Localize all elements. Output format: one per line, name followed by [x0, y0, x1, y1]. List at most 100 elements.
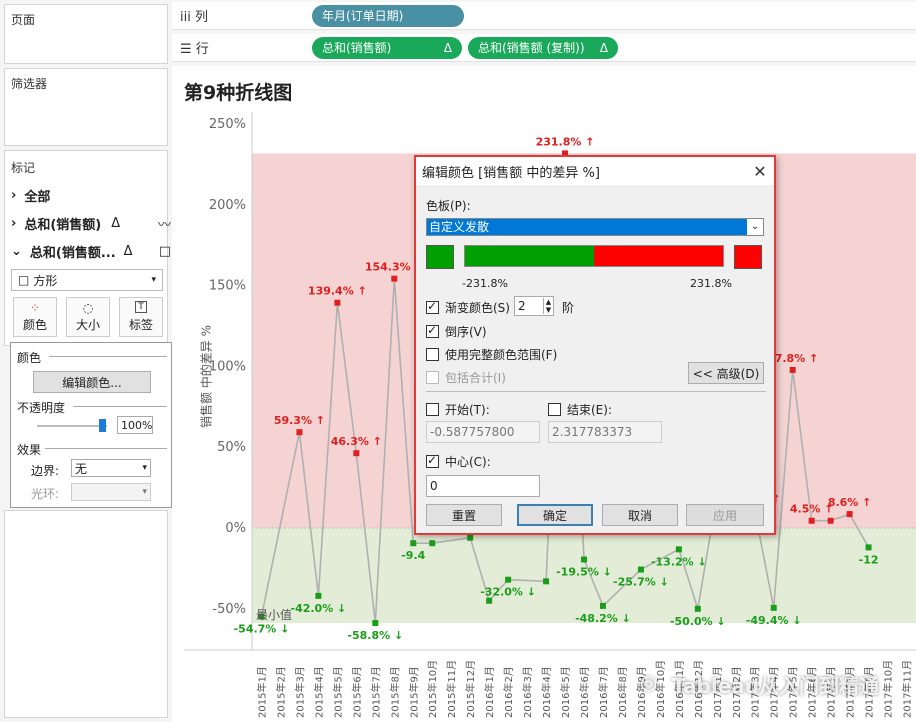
pages-title: 页面 [11, 13, 36, 27]
label-button-label: 标签 [128, 318, 153, 332]
advanced-button[interactable]: << 高级(D) [688, 362, 764, 384]
delta-icon: Δ [111, 215, 121, 231]
label-button[interactable]: T 标签 [119, 297, 163, 337]
chevron-down-icon: ▾ [151, 275, 156, 285]
marks-sum2-row[interactable]: ⌄ 总和(销售额... Δ □ [11, 239, 171, 263]
dialog-titlebar: 编辑颜色 [销售额 中的差异 %] ✕ [416, 157, 774, 185]
edit-color-button[interactable]: 编辑颜色... [33, 371, 151, 393]
close-icon[interactable]: ✕ [746, 162, 774, 181]
end-color-swatch[interactable] [734, 245, 762, 269]
reverse-row[interactable]: 倒序(V) [426, 323, 487, 340]
center-checkbox[interactable] [426, 453, 439, 468]
full-range-row[interactable]: 使用完整颜色范围(F) [426, 346, 557, 363]
reverse-checkbox[interactable] [426, 323, 439, 338]
color-section-label: 颜色 [17, 351, 42, 365]
chevron-right-icon: › [11, 215, 17, 231]
apply-button: 应用 [686, 504, 764, 526]
steps-value: 2 [518, 299, 526, 313]
size-button-label: 大小 [75, 318, 100, 332]
center-label: 中心(C): [445, 455, 491, 469]
columns-icon: iii [180, 10, 195, 25]
opacity-slider[interactable] [37, 425, 107, 427]
delta-icon: Δ [123, 243, 133, 259]
rows-pill-1[interactable]: 总和(销售额) Δ [312, 36, 462, 59]
columns-pill-label: 年月(订单日期) [322, 9, 404, 23]
filters-panel[interactable]: 筛选器 [4, 68, 168, 146]
min-value-label: 最小值 [256, 608, 293, 622]
border-select[interactable]: 无 ▾ [71, 459, 151, 477]
chevron-right-icon: › [11, 187, 17, 203]
start-color-swatch[interactable] [426, 245, 454, 269]
columns-label: 列 [194, 10, 208, 25]
y-axis-title: 销售额 中的差异 % [199, 324, 214, 429]
include-totals-label: 包括合计(I) [445, 371, 506, 385]
reset-button[interactable]: 重置 [426, 504, 502, 526]
rows-pill-1-label: 总和(销售额) [322, 41, 392, 55]
color-ramp [464, 245, 724, 267]
start-checkbox[interactable] [426, 403, 439, 416]
marks-sum1-label: 总和(销售额) [24, 217, 102, 233]
spinner-icon[interactable]: ▲ ▼ [543, 298, 553, 314]
border-value: 无 [75, 461, 88, 476]
rows-icon: ☰ [180, 42, 196, 57]
mark-type-select[interactable]: □ 方形 ▾ [11, 269, 163, 291]
square-icon: □ [158, 243, 171, 259]
end-checkbox[interactable] [548, 403, 561, 416]
end-input: 2.317783373 [548, 421, 662, 443]
rows-pill-2-label: 总和(销售额 (复制)) [478, 41, 585, 55]
pages-panel: 页面 [4, 4, 168, 64]
center-row[interactable]: 中心(C): [426, 453, 491, 470]
range-min: -231.8% [462, 277, 508, 290]
start-row[interactable]: 开始(T): [426, 401, 490, 418]
chevron-down-icon: ▾ [142, 463, 147, 473]
rows-shelf[interactable]: ☰ 行 总和(销售额) Δ 总和(销售额 (复制)) Δ [172, 34, 916, 62]
palette-label: 色板(P): [426, 199, 471, 213]
marks-all-row[interactable]: › 全部 [11, 183, 171, 207]
delta-icon: Δ [599, 40, 608, 55]
left-lower-panel [4, 510, 168, 718]
stepped-checkbox[interactable] [426, 299, 439, 314]
border-label: 边界: [31, 464, 60, 478]
columns-shelf[interactable]: iii 列 年月(订单日期) [172, 2, 916, 30]
palette-icon: ⁘ [29, 301, 41, 315]
chevron-down-icon: ⌄ [750, 221, 760, 232]
center-input[interactable]: 0 [426, 475, 540, 497]
divider [45, 448, 167, 449]
stepped-checkbox-row[interactable]: 渐变颜色(S) [426, 299, 510, 316]
watermark: Tableau从入门到精通 [672, 674, 880, 698]
opacity-label: 不透明度 [17, 401, 66, 415]
cancel-button[interactable]: 取消 [602, 504, 678, 526]
opacity-input[interactable]: 100% [117, 416, 153, 434]
dialog-title: 编辑颜色 [销售额 中的差异 %] [422, 165, 600, 181]
rows-label: 行 [195, 42, 209, 57]
delta-icon: Δ [443, 40, 452, 55]
full-range-checkbox[interactable] [426, 348, 439, 361]
start-input: -0.587757800 [426, 421, 540, 443]
marks-sum1-row[interactable]: › 总和(销售额) Δ 〰 [11, 211, 171, 235]
halo-label: 光环: [31, 487, 60, 501]
size-button[interactable]: ◌ 大小 [66, 297, 110, 337]
end-row[interactable]: 结束(E): [548, 401, 612, 418]
line-icon: 〰 [157, 217, 171, 233]
ok-button[interactable]: 确定 [517, 504, 593, 526]
edit-color-dialog: 编辑颜色 [销售额 中的差异 %] ✕ 色板(P): 自定义发散 ⌄ -231.… [414, 155, 776, 535]
square-icon: □ [18, 273, 30, 287]
steps-input[interactable]: 2 ▲ ▼ [514, 296, 554, 316]
color-button[interactable]: ⁘ 颜色 [13, 297, 57, 337]
color-popup: 颜色 编辑颜色... 不透明度 100% 效果 边界: 无 ▾ 光环: ▾ [10, 342, 172, 508]
palette-select[interactable]: 自定义发散 ⌄ [426, 218, 764, 236]
include-totals-checkbox [426, 371, 439, 384]
ramp-red [594, 246, 723, 266]
wechat-icon: ◎ [640, 670, 658, 694]
chevron-down-icon: ▾ [142, 487, 147, 497]
end-label: 结束(E): [567, 403, 612, 417]
mark-type-value: 方形 [33, 273, 58, 288]
text-icon: T [135, 301, 147, 313]
chart-title: 第9种折线图 [184, 82, 293, 104]
opacity-slider-thumb[interactable] [99, 419, 106, 432]
rows-shelf-label: ☰ 行 [172, 38, 312, 57]
rows-pill-2[interactable]: 总和(销售额 (复制)) Δ [468, 36, 618, 59]
halo-select: ▾ [71, 483, 151, 501]
include-totals-row: 包括合计(I) [426, 369, 506, 386]
columns-pill[interactable]: 年月(订单日期) [312, 4, 464, 27]
